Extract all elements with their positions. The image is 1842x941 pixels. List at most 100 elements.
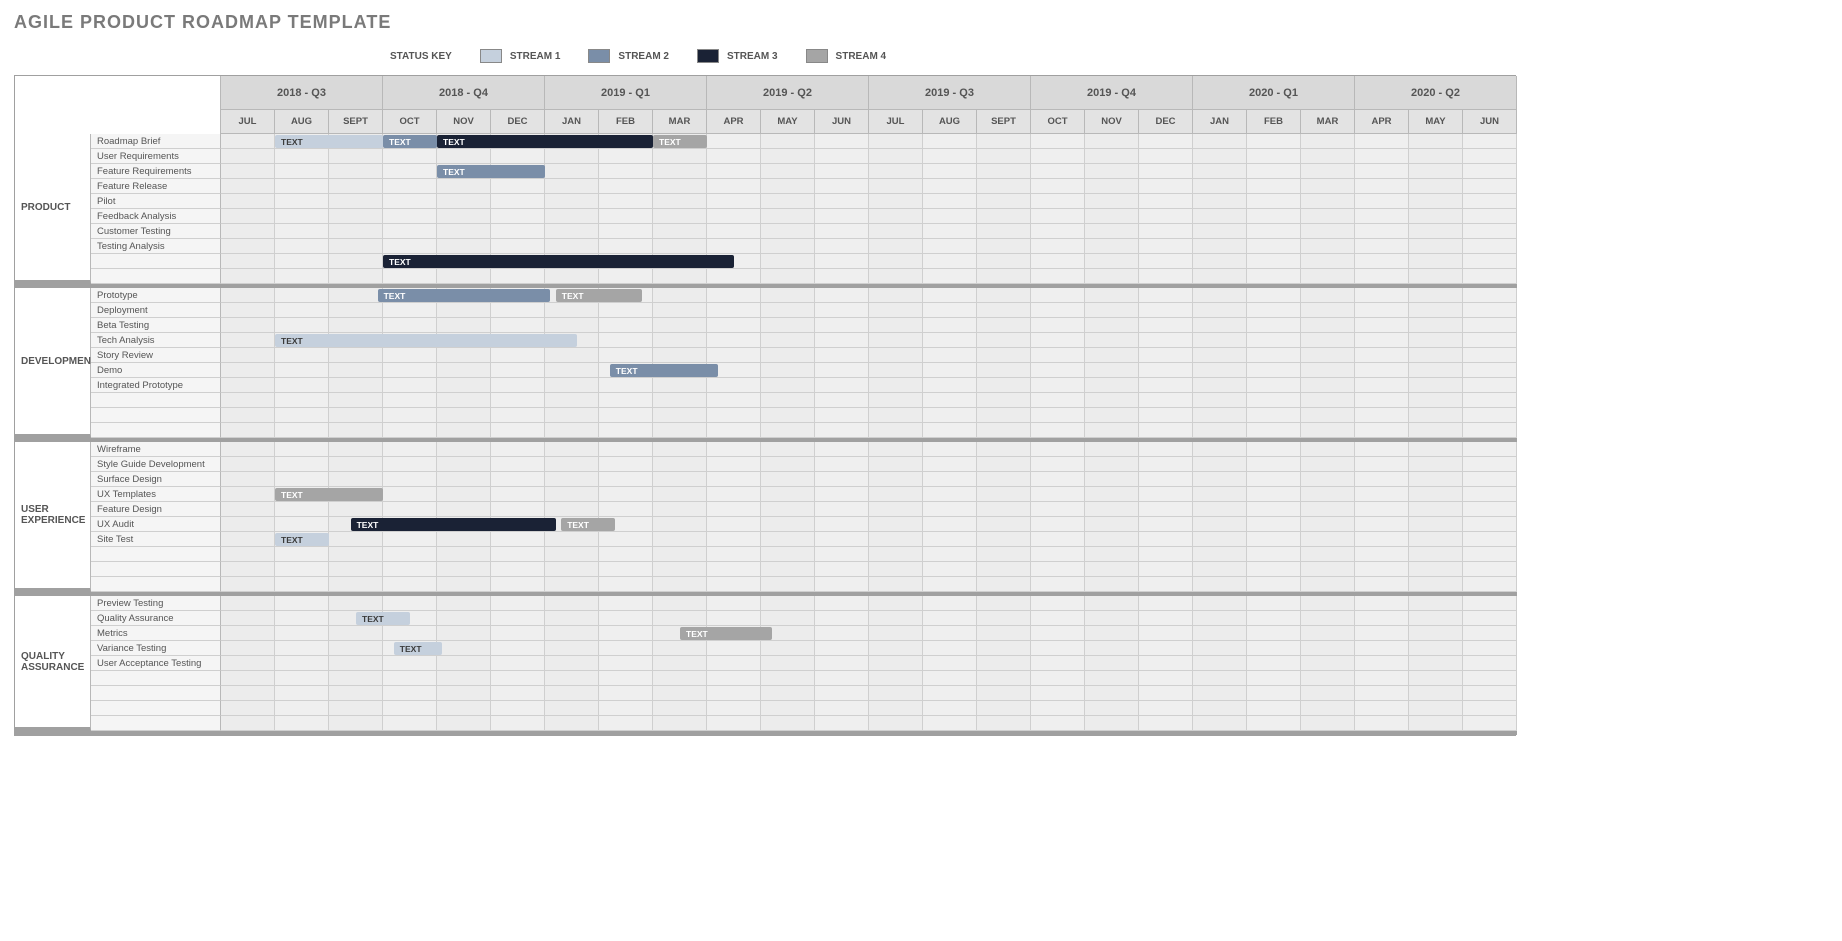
month-header: APR [707, 110, 761, 134]
month-header: AUG [275, 110, 329, 134]
month-header: JUL [869, 110, 923, 134]
timeline-row [221, 239, 1517, 254]
month-header: APR [1355, 110, 1409, 134]
timeline-row [221, 318, 1517, 333]
quarter-header: 2019 - Q4 [1031, 76, 1193, 110]
task-label: Customer Testing [91, 224, 221, 239]
month-header: MAY [761, 110, 815, 134]
gantt-bar[interactable]: TEXT [356, 612, 410, 625]
task-label [91, 547, 221, 562]
timeline-row: TEXT [221, 487, 1517, 502]
gantt-bar[interactable]: TEXT [680, 627, 772, 640]
task-label [91, 716, 221, 731]
section-label: QUALITY ASSURANCE [15, 596, 91, 731]
gantt-bar[interactable]: TEXT [378, 289, 551, 302]
task-label: Beta Testing [91, 318, 221, 333]
timeline-row [221, 378, 1517, 393]
legend-swatch [697, 49, 719, 63]
timeline-row [221, 656, 1517, 671]
timeline-row [221, 303, 1517, 318]
month-header: OCT [1031, 110, 1085, 134]
task-label [91, 254, 221, 269]
task-label: Quality Assurance [91, 611, 221, 626]
timeline-row [221, 596, 1517, 611]
gantt-bar[interactable]: TEXT [394, 642, 443, 655]
task-label: Deployment [91, 303, 221, 318]
timeline-row: TEXT TEXT [221, 288, 1517, 303]
gantt-bar[interactable]: TEXT [437, 135, 653, 148]
timeline-row: TEXT [221, 626, 1517, 641]
header-blank [15, 76, 221, 110]
task-label [91, 423, 221, 438]
timeline-row [221, 149, 1517, 164]
task-label: Variance Testing [91, 641, 221, 656]
timeline-row: TEXTTEXTTEXTTEXT [221, 134, 1517, 149]
task-label: Surface Design [91, 472, 221, 487]
task-label [91, 701, 221, 716]
quarter-header: 2019 - Q1 [545, 76, 707, 110]
gantt-bar[interactable]: TEXT [556, 289, 642, 302]
timeline-row [221, 269, 1517, 284]
month-header: JAN [545, 110, 599, 134]
task-label: Feature Requirements [91, 164, 221, 179]
timeline-row [221, 562, 1517, 577]
header-blank [15, 110, 221, 134]
task-label [91, 408, 221, 423]
timeline-row: TEXT [221, 164, 1517, 179]
legend-label: STREAM 4 [836, 51, 887, 62]
gantt-bar[interactable]: TEXT [275, 488, 383, 501]
timeline-row [221, 442, 1517, 457]
quarter-header: 2020 - Q2 [1355, 76, 1517, 110]
gantt-bar[interactable]: TEXT [561, 518, 615, 531]
task-label: UX Templates [91, 487, 221, 502]
task-label: Site Test [91, 532, 221, 547]
timeline-row [221, 577, 1517, 592]
gantt-bar[interactable]: TEXT [351, 518, 556, 531]
month-header: DEC [491, 110, 545, 134]
legend-swatch [806, 49, 828, 63]
timeline-row [221, 224, 1517, 239]
section-label: PRODUCT [15, 134, 91, 284]
gantt-bar[interactable]: TEXT [437, 165, 545, 178]
legend-key: STATUS KEY [390, 51, 452, 62]
quarter-header: 2020 - Q1 [1193, 76, 1355, 110]
task-label: Style Guide Development [91, 457, 221, 472]
timeline-row [221, 547, 1517, 562]
task-label: Story Review [91, 348, 221, 363]
section-label: USER EXPERIENCE [15, 442, 91, 592]
task-label [91, 393, 221, 408]
gantt-bar[interactable]: TEXT [383, 135, 437, 148]
task-label: User Acceptance Testing [91, 656, 221, 671]
legend-item: STREAM 2 [588, 49, 669, 63]
month-header: OCT [383, 110, 437, 134]
quarter-header: 2018 - Q3 [221, 76, 383, 110]
timeline-row: TEXT [221, 641, 1517, 656]
gantt-bar[interactable]: TEXT [275, 334, 577, 347]
page-title: AGILE PRODUCT ROADMAP TEMPLATE [14, 12, 1828, 33]
gantt-bar[interactable]: TEXT [610, 364, 718, 377]
task-label [91, 562, 221, 577]
section-separator [15, 731, 1517, 735]
legend-label: STREAM 3 [727, 51, 778, 62]
task-label [91, 686, 221, 701]
task-label: UX Audit [91, 517, 221, 532]
quarter-header: 2019 - Q3 [869, 76, 1031, 110]
legend-swatch [480, 49, 502, 63]
task-label [91, 269, 221, 284]
timeline-row [221, 393, 1517, 408]
timeline-row [221, 457, 1517, 472]
month-header: MAR [1301, 110, 1355, 134]
legend-item: STREAM 1 [480, 49, 561, 63]
task-label: Feature Design [91, 502, 221, 517]
month-header: FEB [599, 110, 653, 134]
month-header: JUL [221, 110, 275, 134]
timeline-row [221, 348, 1517, 363]
gantt-bar[interactable]: TEXT [275, 135, 383, 148]
timeline-row [221, 194, 1517, 209]
timeline-row [221, 179, 1517, 194]
gantt-bar[interactable]: TEXT [383, 255, 734, 268]
gantt-bar[interactable]: TEXT [653, 135, 707, 148]
task-label [91, 577, 221, 592]
gantt-bar[interactable]: TEXT [275, 533, 329, 546]
month-header: JAN [1193, 110, 1247, 134]
